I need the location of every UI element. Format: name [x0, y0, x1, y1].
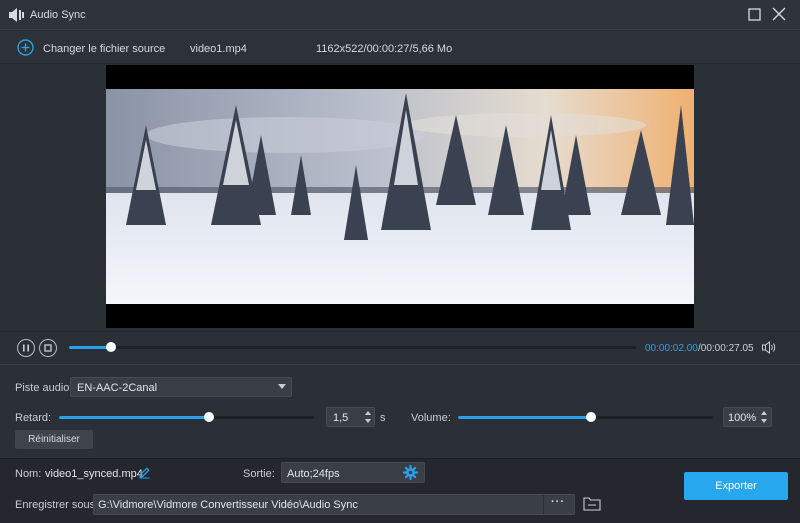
output-format-label: Sortie:	[243, 468, 275, 480]
path-divider	[543, 495, 544, 514]
chevron-down-icon[interactable]	[278, 384, 286, 389]
delay-label: Retard:	[15, 412, 52, 424]
delay-slider-handle[interactable]	[204, 412, 214, 422]
timeline-track[interactable]	[69, 346, 636, 349]
gear-icon[interactable]	[403, 465, 418, 480]
title-bar	[0, 0, 800, 30]
reset-button[interactable]: Réinitialiser	[15, 430, 93, 449]
snowy-forest-frame	[106, 89, 694, 328]
maximize-icon[interactable]	[748, 8, 761, 21]
change-source-button[interactable]: Changer le fichier source	[43, 43, 165, 55]
delay-value: 1,5	[333, 412, 349, 424]
stop-icon	[44, 344, 52, 352]
volume-slider-fill	[458, 416, 591, 419]
window-title: Audio Sync	[30, 9, 86, 21]
name-label: Nom:	[15, 468, 42, 480]
volume-slider-handle[interactable]	[586, 412, 596, 422]
audio-sync-icon	[9, 8, 24, 22]
folder-icon[interactable]	[583, 496, 601, 511]
save-as-label: Enregistrer sous:	[15, 499, 99, 511]
stop-button[interactable]	[39, 339, 57, 357]
delay-decrement-icon[interactable]	[365, 419, 371, 423]
close-icon[interactable]	[772, 7, 786, 21]
timeline-progress	[69, 346, 111, 349]
delay-unit: s	[380, 412, 386, 424]
source-file-info: 1162x522/00:00:27/5,66 Mo	[316, 43, 453, 55]
volume-value: 100%	[728, 412, 757, 424]
output-format-value: Auto;24fps	[287, 468, 340, 480]
speaker-icon[interactable]	[762, 341, 777, 354]
output-name: video1_synced.mp4	[45, 468, 143, 480]
browse-button[interactable]: ···	[551, 496, 569, 508]
volume-label: Volume:	[411, 412, 451, 424]
export-button[interactable]: Exporter	[684, 472, 788, 500]
current-time: 00:00:02.00	[645, 343, 698, 354]
source-filename: video1.mp4	[190, 43, 247, 55]
delay-slider-fill	[59, 416, 209, 419]
timeline-handle[interactable]	[106, 342, 116, 352]
pencil-icon[interactable]	[138, 466, 151, 479]
pause-button[interactable]	[17, 339, 35, 357]
pause-icon	[23, 344, 29, 352]
add-circle-icon[interactable]	[17, 39, 34, 56]
delay-increment-icon[interactable]	[365, 411, 371, 415]
audio-track-label: Piste audio:	[15, 382, 73, 394]
total-time: /00:00:27.05	[698, 343, 754, 354]
volume-increment-icon[interactable]	[761, 411, 767, 415]
volume-decrement-icon[interactable]	[761, 419, 767, 423]
save-path-value: G:\Vidmore\Vidmore Convertisseur Vidéo\A…	[98, 499, 358, 511]
video-preview	[106, 65, 694, 328]
audio-track-value: EN-AAC-2Canal	[77, 382, 158, 394]
